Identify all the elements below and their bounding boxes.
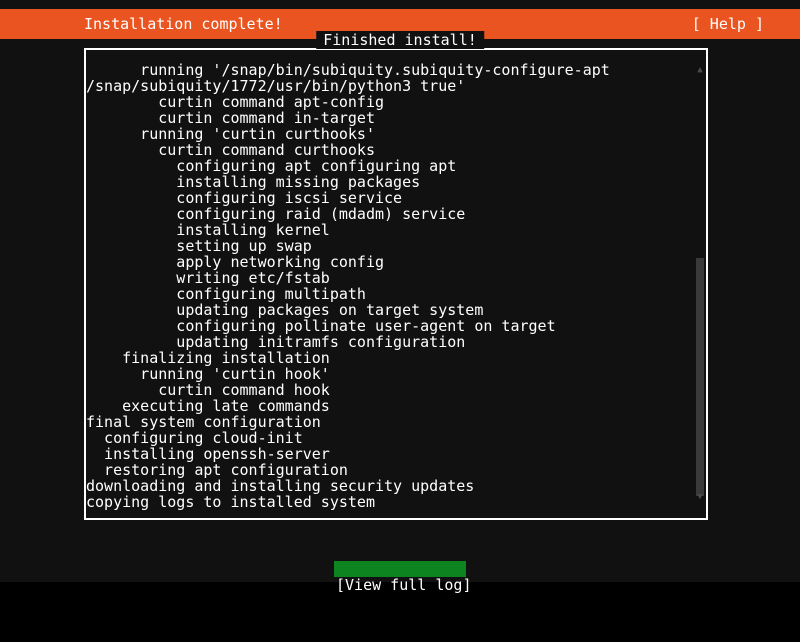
help-button[interactable]: [ Help ] <box>692 9 764 39</box>
installer-screen: Installation complete! [ Help ] Finished… <box>0 0 800 609</box>
log-line: configuring multipath <box>86 285 366 303</box>
log-scrollbar[interactable]: ▲ ▼ <box>694 52 706 516</box>
log-line: running '/snap/bin/subiquity.subiquity-c… <box>86 61 610 79</box>
reboot-label-rest: eboot <box>381 592 428 610</box>
log-line: configuring cloud-init <box>86 429 303 447</box>
install-log-output: running '/snap/bin/subiquity.subiquity-c… <box>86 62 686 510</box>
bracket-open: [ <box>336 592 346 610</box>
button-group: [ View full log ] [ Reboot ] <box>0 545 800 609</box>
log-line: apply networking config <box>86 253 385 271</box>
log-line: configuring raid (mdadm) service <box>86 205 466 223</box>
log-line: installing missing packages <box>86 173 421 191</box>
log-line: curtin command apt-config <box>86 93 385 111</box>
page-title: Installation complete! <box>84 15 283 33</box>
log-line: final system configuration <box>86 413 321 431</box>
log-box-title: Finished install! <box>316 31 484 49</box>
view-full-log-button[interactable]: [ View full log ] <box>334 545 471 593</box>
log-line: downloading and installing security upda… <box>86 477 475 495</box>
log-line: configuring apt configuring apt <box>86 157 457 175</box>
log-line: updating packages on target system <box>86 301 484 319</box>
scrollbar-thumb[interactable] <box>696 258 704 496</box>
scroll-up-arrow-icon[interactable]: ▲ <box>695 65 705 75</box>
log-line: setting up swap <box>86 237 312 255</box>
log-line: executing late commands <box>86 397 330 415</box>
reboot-label: Reboot <box>373 593 427 609</box>
log-line: curtin command in-target <box>86 109 375 127</box>
bracket-close: ] <box>454 592 464 610</box>
bracket-open: [ <box>336 576 346 594</box>
log-line: installing openssh-server <box>86 445 330 463</box>
log-line: running 'curtin hook' <box>86 365 330 383</box>
log-line: configuring iscsi service <box>86 189 403 207</box>
bracket-close: ] <box>462 576 472 594</box>
log-line: curtin command hook <box>86 381 330 399</box>
log-line: /snap/subiquity/1772/usr/bin/python3 tru… <box>86 77 466 95</box>
log-line: running 'curtin curthooks' <box>86 125 375 143</box>
log-line: configuring pollinate user-agent on targ… <box>86 317 556 335</box>
log-line: installing kernel <box>86 221 330 239</box>
log-line: copying logs to installed system <box>86 493 375 511</box>
log-line: restoring apt configuration <box>86 461 348 479</box>
scroll-down-arrow-icon[interactable]: ▼ <box>695 492 705 502</box>
log-line: finalizing installation <box>86 349 330 367</box>
log-line: curtin command curthooks <box>86 141 375 159</box>
reboot-accelerator-key: R <box>372 592 382 610</box>
log-line: updating initramfs configuration <box>86 333 466 351</box>
log-line: writing etc/fstab <box>86 269 330 287</box>
scrollbar-track[interactable] <box>694 76 706 496</box>
